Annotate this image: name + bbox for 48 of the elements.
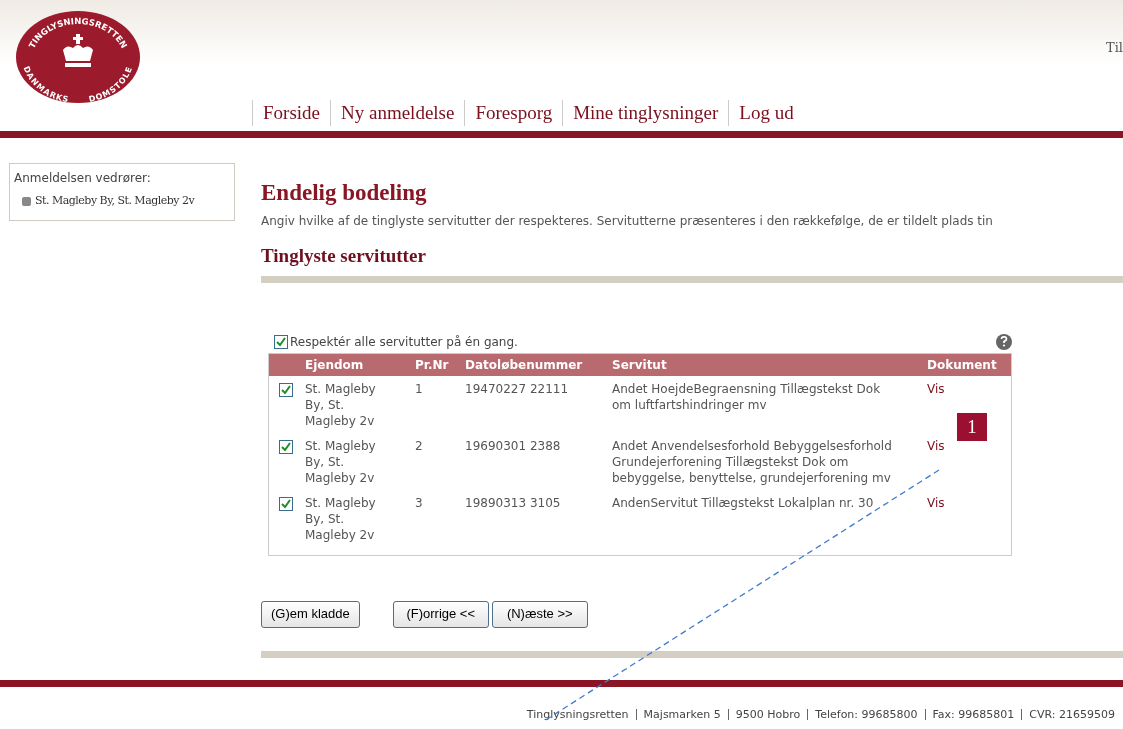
table-cell-text: 19690301 2388 xyxy=(465,437,562,455)
footer-text: CVR: 21659509 xyxy=(1029,706,1115,723)
table-cell-text: 19890313 3105 xyxy=(465,494,562,512)
intro-text: Angiv hvilke af de tinglyste servitutter der respekteres. Servitutterne præsenteres i den rækkefølge, de er tildelt plads tin xyxy=(261,213,994,230)
footer-text: Telefon: 99685800 xyxy=(815,706,918,723)
top-link[interactable]: Til xyxy=(1106,38,1123,58)
form-button[interactable]: (G)em kladde xyxy=(261,600,360,628)
sidebar-title: Anmeldelsen vedrører: xyxy=(14,170,152,187)
bullet-icon xyxy=(22,196,31,206)
table-cell-text: Andet HoejdeBegraensning Tillægstekst Dok om luftfartshindringer mv xyxy=(612,380,882,414)
footer-text: Majsmarken 5 xyxy=(643,706,721,723)
table-cell-text: 2 xyxy=(415,437,424,455)
view-link[interactable]: Vis xyxy=(927,438,945,453)
column-header: Ejendom xyxy=(305,356,365,374)
table-cell-text: AndenServitut Tillægstekst Lokalplan nr. 30 xyxy=(612,494,875,512)
select-all-label: Respektér alle servitutter på én gang. xyxy=(290,333,518,351)
column-header: Datoløbenummer xyxy=(465,356,584,374)
footer-text: Tinglysningsretten xyxy=(526,706,629,723)
table-cell-text: 1 xyxy=(415,380,424,398)
callout-badge: 1 xyxy=(957,413,987,441)
table-cell-text: 19470227 22111 xyxy=(465,380,570,398)
table-cell-text: 3 xyxy=(415,494,424,512)
checkbox[interactable] xyxy=(274,334,288,349)
page-title: Endelig bodeling xyxy=(261,179,428,207)
nav-link[interactable]: Mine tinglysninger xyxy=(573,98,719,128)
nav-link[interactable]: Log ud xyxy=(739,98,794,128)
nav-link[interactable]: Foresporg xyxy=(475,98,553,128)
view-link[interactable]: Vis xyxy=(927,495,945,510)
checkbox[interactable] xyxy=(279,439,293,454)
nav-link[interactable]: Forside xyxy=(263,98,320,128)
form-button[interactable]: (F)orrige << xyxy=(392,600,489,628)
nav-link[interactable]: Ny anmeldelse xyxy=(341,98,455,128)
form-button[interactable]: (N)æste >> xyxy=(491,600,588,628)
table-cell-text: St. Magleby By, St. Magleby 2v xyxy=(305,437,377,486)
table-cell-text: St. Magleby By, St. Magleby 2v xyxy=(305,380,377,429)
section-title: Tinglyste servitutter xyxy=(261,244,427,268)
property-link[interactable]: St. Magleby By, St. Magleby 2v xyxy=(35,193,195,210)
checkbox[interactable] xyxy=(279,382,293,397)
footer-text: Fax: 99685801 xyxy=(932,706,1015,723)
table-cell-text: St. Magleby By, St. Magleby 2v xyxy=(305,494,377,543)
checkbox[interactable] xyxy=(279,496,293,511)
footer-text: 9500 Hobro xyxy=(735,706,801,723)
column-header: Pr.Nr xyxy=(415,356,450,374)
column-header: Dokument xyxy=(927,356,998,374)
column-header: Servitut xyxy=(612,356,668,374)
help-icon[interactable] xyxy=(996,333,1012,350)
table-cell-text: Andet Anvendelsesforhold Bebyggelsesforhold Grundejerforening Tillægstekst Dok om bebyggelse, benyttelse, grundejerforening mv xyxy=(612,437,893,486)
view-link[interactable]: Vis xyxy=(927,381,945,396)
